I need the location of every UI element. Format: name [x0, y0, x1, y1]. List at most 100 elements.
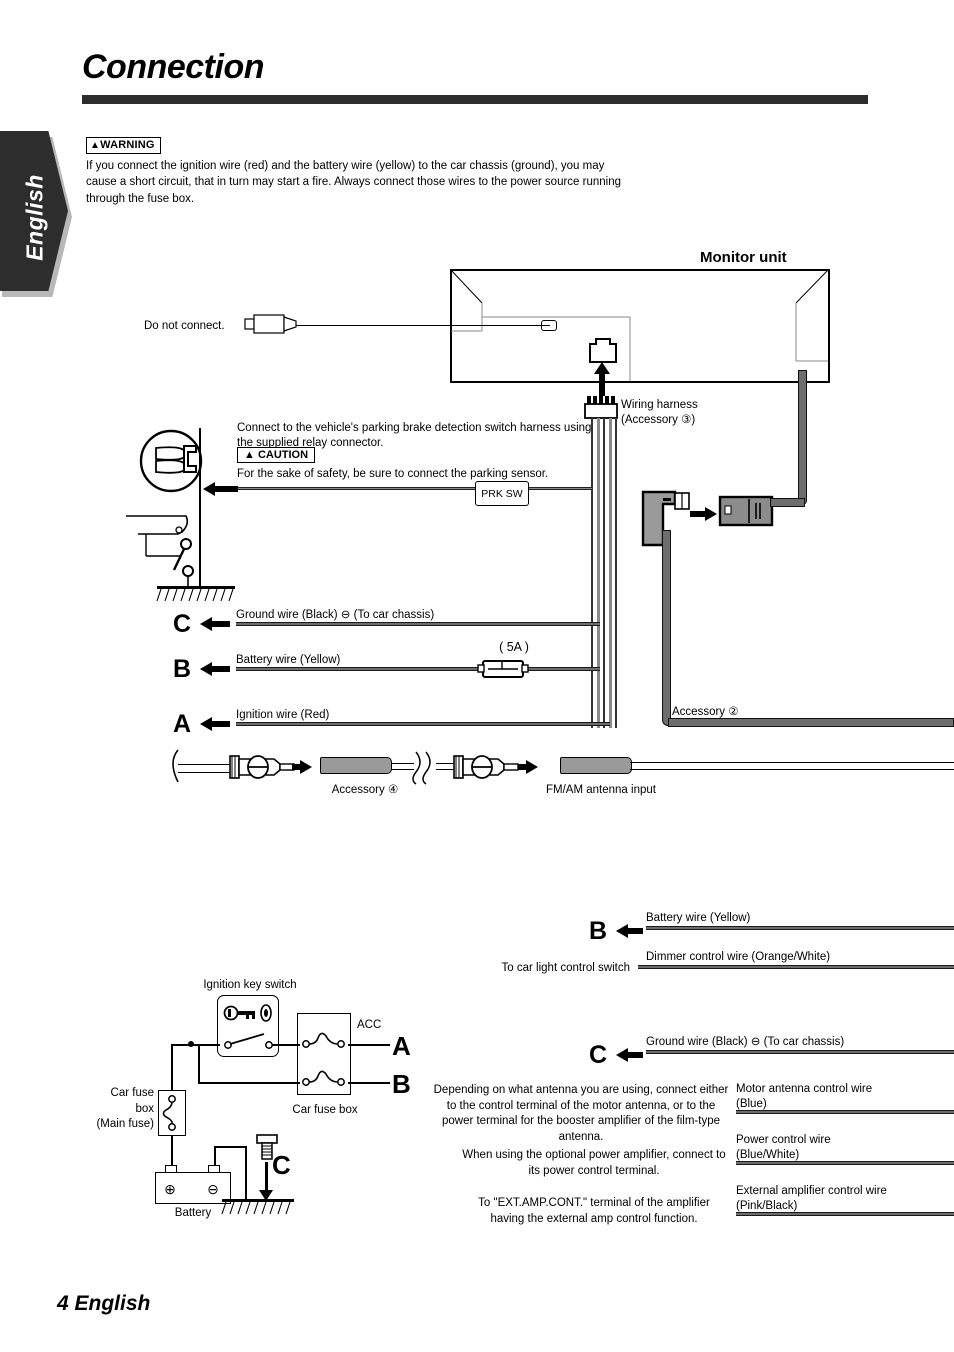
language-side-tab: English	[0, 131, 68, 291]
fm-am-barrel	[560, 757, 632, 774]
right-angle-connector-icon	[641, 490, 690, 547]
wire-letter-b: B	[173, 655, 192, 683]
wire-c-label: Ground wire (Black) ⊖ (To car chassis)	[236, 609, 435, 621]
br-row2-note: To car light control switch	[501, 962, 630, 974]
connector-mate-arrow-shaft	[690, 511, 708, 517]
caution-badge: ▲ CAUTION	[237, 447, 316, 463]
fuse-icon	[477, 660, 529, 678]
warning-badge: ▲WARNING	[86, 137, 161, 155]
batt-branch-horizontal	[198, 1082, 300, 1084]
br-row6-note: To "EXT.AMP.CONT." terminal of the ampli…	[478, 1197, 710, 1225]
bottom-letter-c: C	[272, 1150, 291, 1180]
harness-strand-2	[597, 418, 600, 728]
warning-text: If you connect the ignition wire (red) a…	[86, 160, 622, 205]
br-row6-label-line1: External amplifier control wire	[736, 1185, 887, 1197]
br-row4-wire	[736, 1110, 954, 1114]
inline-connector-icon	[718, 495, 774, 527]
ignition-switch-contacts-icon	[224, 1033, 273, 1049]
monitor-right-cable-horizontal	[770, 498, 805, 507]
fuse-symbol-batt-icon	[302, 1070, 345, 1086]
fusebox-to-a-wire	[348, 1044, 390, 1046]
antenna-cable-curl-icon	[172, 749, 179, 783]
switch-to-fusebox-wire	[272, 1044, 300, 1046]
battery-minus-icon: ⊖	[207, 1181, 219, 1197]
do-not-connect-cable	[296, 325, 550, 327]
battery-plus-icon: ⊕	[164, 1181, 176, 1197]
br-row5-label-line1: Power control wire	[736, 1134, 831, 1146]
main-fuse-label-line3: (Main fuse)	[96, 1118, 154, 1131]
accessory-4-barrel	[320, 757, 392, 774]
fm-am-input-label: FM/AM antenna input	[546, 784, 656, 796]
wire-b-label: Battery wire (Yellow)	[236, 654, 341, 666]
warning-badge-label: WARNING	[100, 139, 155, 151]
wire-b-line-right	[522, 667, 600, 671]
bottom-letter-b: B	[392, 1069, 411, 1099]
battery-neg-wire-right	[245, 1146, 247, 1200]
wire-a-label: Ignition wire (Red)	[236, 709, 330, 721]
chassis-ground-hatch-icon	[221, 1201, 291, 1215]
ignition-junction-dot	[188, 1041, 194, 1047]
br-row2-label: Dimmer control wire (Orange/White)	[646, 951, 831, 963]
br-row3-wire	[646, 1050, 954, 1054]
br-row3-arrow-shaft	[627, 1052, 643, 1058]
monitor-unit-label: Monitor unit	[700, 249, 787, 266]
br-row1-arrow-shaft	[627, 928, 643, 934]
br-letter-b: B	[589, 917, 608, 945]
br-row5-wire	[736, 1161, 954, 1165]
fm-am-cable-top	[630, 762, 954, 764]
main-fuse-label-line1: Car fuse	[110, 1087, 154, 1099]
wire-letter-c: C	[173, 610, 192, 638]
main-fuse-label-line2: box	[135, 1102, 154, 1115]
main-fuse-symbol-icon	[162, 1095, 176, 1131]
accessory-2-cable-horizontal	[668, 718, 954, 727]
do-not-connect-label: Do not connect.	[144, 320, 225, 332]
main-fuse-label: Car fuse box (Main fuse)	[78, 1086, 154, 1133]
antenna-arrow-2-shaft	[518, 764, 529, 770]
fm-am-cable-bottom	[630, 769, 954, 771]
br-row6-label-line2: (Pink/Black)	[736, 1199, 798, 1212]
prk-sw-box: PRK SW	[475, 481, 529, 506]
accessory-4-label: Accessory ④	[331, 784, 399, 796]
fuse-rating-label: ( 5A )	[499, 640, 529, 654]
batt-branch-vertical	[198, 1044, 200, 1083]
wiring-harness-label-line1: Wiring harness	[621, 399, 698, 411]
ignition-key-switch-label: Ignition key switch	[203, 979, 297, 991]
harness-strand-4	[609, 418, 612, 728]
harness-strand-5	[615, 418, 617, 728]
battery-label: Battery	[174, 1207, 212, 1219]
prk-sw-arrow-shaft	[214, 486, 238, 492]
caution-badge-label: CAUTION	[257, 449, 309, 461]
br-row5-note: When using the optional power amplifier,…	[462, 1149, 726, 1177]
accessory-2-cable-vertical	[662, 530, 671, 726]
fuse-symbol-acc-icon	[302, 1032, 345, 1048]
br-row3-label: Ground wire (Black) ⊖ (To car chassis)	[646, 1036, 845, 1048]
page-footer: 4 English	[57, 1292, 151, 1315]
br-row2-wire	[638, 965, 954, 969]
br-row4-label: Motor antenna control wire (Blue)	[736, 1082, 872, 1112]
br-row5-label: Power control wire (Blue/White)	[736, 1133, 831, 1163]
wiring-harness-label: Wiring harness (Accessory ③)	[621, 398, 698, 427]
wire-a-line	[236, 722, 610, 726]
parking-brake-icon	[126, 429, 203, 586]
caution-triangle-icon: ▲	[244, 449, 255, 461]
battery-terminal-positive	[165, 1165, 177, 1173]
prk-sw-wire	[236, 487, 592, 490]
ignition-input-wire	[172, 1044, 220, 1046]
title-divider	[82, 95, 868, 104]
brake-ground-hatch-icon	[156, 588, 234, 602]
br-row4-label-line2: (Blue)	[736, 1097, 767, 1110]
wire-b-line-left	[236, 667, 486, 671]
br-letter-c: C	[589, 1041, 608, 1069]
wiring-harness-label-line2: (Accessory ③)	[621, 413, 696, 426]
ignition-left-down-wire	[171, 1044, 173, 1096]
harness-strand-1	[591, 418, 593, 728]
fuse-to-battery-wire	[171, 1136, 173, 1168]
harness-strand-3	[603, 418, 605, 728]
br-row4-label-line1: Motor antenna control wire	[736, 1083, 873, 1095]
br-row1-label: Battery wire (Yellow)	[646, 912, 751, 924]
battery-terminal-negative	[208, 1165, 220, 1173]
harness-arrow-head	[594, 362, 610, 374]
monitor-perspective-lines	[450, 269, 829, 381]
warning-triangle-icon: ▲	[90, 140, 101, 151]
wire-b-arrow-shaft	[211, 666, 230, 672]
